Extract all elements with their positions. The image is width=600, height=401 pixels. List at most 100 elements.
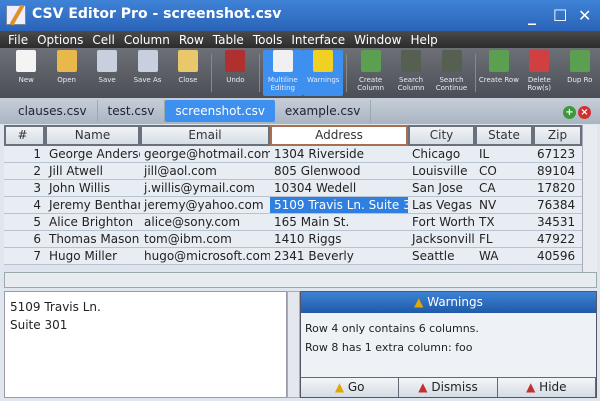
toolbar-button-close[interactable]: Close: [168, 50, 208, 96]
table-row[interactable]: 1George Andersongeorge@hotmail.com1304 R…: [4, 146, 582, 163]
menu-window[interactable]: Window: [354, 33, 401, 47]
warning-message[interactable]: Row 4 only contains 6 columns.: [305, 319, 592, 338]
tab-screenshot[interactable]: screenshot.csv: [165, 100, 275, 122]
menu-table[interactable]: Table: [213, 33, 244, 47]
close-button[interactable]: ✕: [578, 6, 591, 25]
cell-city[interactable]: Seattle: [408, 248, 475, 264]
menu-cell[interactable]: Cell: [92, 33, 114, 47]
column-header-index[interactable]: #: [4, 125, 45, 146]
cell-email[interactable]: alice@sony.com: [140, 214, 270, 230]
toolbar-button-undo[interactable]: Undo: [215, 50, 255, 96]
cell-city[interactable]: San Jose: [408, 180, 475, 196]
cell-name[interactable]: John Willis: [45, 180, 140, 196]
column-header-email[interactable]: Email: [140, 125, 270, 146]
toolbar-button-new[interactable]: New: [6, 50, 46, 96]
cell-zip[interactable]: 47922: [533, 231, 582, 247]
cell-name[interactable]: Alice Brighton: [45, 214, 140, 230]
cell-index[interactable]: 7: [4, 248, 45, 264]
multiline-editor[interactable]: 5109 Travis Ln. Suite 301: [4, 291, 287, 398]
cell-index[interactable]: 4: [4, 197, 45, 213]
cell-index[interactable]: 5: [4, 214, 45, 230]
cell-address[interactable]: 1410 Riggs: [270, 231, 408, 247]
horizontal-scrollbar[interactable]: [4, 272, 597, 288]
cell-email[interactable]: george@hotmail.com: [140, 146, 270, 162]
menu-column[interactable]: Column: [124, 33, 170, 47]
table-row[interactable]: 5 Alice Brighton alice@sony.com 165 Main St…: [4, 214, 582, 231]
cell-index[interactable]: 3: [4, 180, 45, 196]
toolbar-button-warnings[interactable]: Warnings: [303, 50, 344, 96]
cell-email[interactable]: tom@ibm.com: [140, 231, 270, 247]
cell-state[interactable]: CA: [475, 180, 533, 196]
toolbar-button-multiline-editing[interactable]: Multiline Editing: [262, 50, 303, 96]
cell-city[interactable]: Jacksonville: [408, 231, 475, 247]
column-header-address[interactable]: Address: [270, 125, 408, 146]
cell-index[interactable]: 6: [4, 231, 45, 247]
cell-email[interactable]: j.willis@ymail.com: [140, 180, 270, 196]
cell-address[interactable]: 1304 Riverside: [270, 146, 408, 162]
table-row[interactable]: 7 Hugo Miller hugo@microsoft.com 2341 Bever…: [4, 248, 582, 265]
toolbar-button-search-column[interactable]: Search Column: [391, 50, 431, 96]
menu-row[interactable]: Row: [179, 33, 204, 47]
tab-clauses[interactable]: clauses.csv: [8, 100, 98, 122]
cell-state[interactable]: TX: [475, 214, 533, 230]
data-grid[interactable]: # Name Email Address City State Zip 1 George And…: [4, 125, 582, 272]
minimize-button[interactable]: _: [528, 6, 536, 25]
cell-email[interactable]: jill@aol.com: [140, 163, 270, 179]
cell-address[interactable]: 5109 Travis Ln. Suite 301: [270, 197, 408, 213]
column-header-city[interactable]: City: [408, 125, 475, 146]
tab-test[interactable]: test.csv: [98, 100, 166, 122]
maximize-button[interactable]: ☐: [553, 6, 567, 25]
cell-index[interactable]: 2: [4, 163, 45, 179]
cell-zip[interactable]: 40596: [533, 248, 582, 264]
cell-state[interactable]: CO: [475, 163, 533, 179]
cell-email[interactable]: jeremy@yahoo.com: [140, 197, 270, 213]
dismiss-button[interactable]: ▲ Dismiss: [399, 378, 498, 397]
cell-city[interactable]: Fort Worth: [408, 214, 475, 230]
cell-zip[interactable]: 67123: [533, 146, 582, 162]
table-row[interactable]: 2 Jill Atwell jill@aol.com 805 Glenwood Loui…: [4, 163, 582, 180]
close-tab-icon[interactable]: ×: [578, 106, 591, 119]
cell-name[interactable]: Jeremy Bentham: [45, 197, 140, 213]
cell-state[interactable]: NV: [475, 197, 533, 213]
column-header-name[interactable]: Name: [45, 125, 140, 146]
toolbar-button-create-row[interactable]: Create Row: [479, 50, 519, 96]
table-row[interactable]: 4 Jeremy Bentham jeremy@yahoo.com 5109 Trav…: [4, 197, 582, 214]
cell-name[interactable]: Hugo Miller: [45, 248, 140, 264]
table-row[interactable]: 3 John Willis j.willis@ymail.com 10304 Wede…: [4, 180, 582, 197]
hide-button[interactable]: ▲ Hide: [497, 378, 596, 397]
cell-city[interactable]: Chicago: [408, 146, 475, 162]
cell-address[interactable]: 2341 Beverly: [270, 248, 408, 264]
column-header-state[interactable]: State: [475, 125, 533, 146]
cell-zip[interactable]: 76384: [533, 197, 582, 213]
table-row[interactable]: 6 Thomas Mason tom@ibm.com 1410 Riggs Jackso…: [4, 231, 582, 248]
cell-name[interactable]: Jill Atwell: [45, 163, 140, 179]
cell-state[interactable]: WA: [475, 248, 533, 264]
cell-state[interactable]: IL: [475, 146, 533, 162]
editor-scrollbar[interactable]: [287, 291, 300, 398]
menu-tools[interactable]: Tools: [253, 33, 283, 47]
toolbar-button-dup-ro[interactable]: Dup Ro: [560, 50, 600, 96]
menu-interface[interactable]: Interface: [291, 33, 345, 47]
cell-city[interactable]: Las Vegas: [408, 197, 475, 213]
toolbar-button-delete-row-s-[interactable]: Delete Row(s): [519, 50, 559, 96]
cell-name[interactable]: Thomas Mason: [45, 231, 140, 247]
menu-options[interactable]: Options: [37, 33, 83, 47]
go-button[interactable]: ▲ Go: [301, 378, 400, 397]
toolbar-button-open[interactable]: Open: [46, 50, 86, 96]
vertical-scrollbar[interactable]: [582, 125, 597, 272]
cell-index[interactable]: 1: [4, 146, 45, 162]
cell-address[interactable]: 805 Glenwood: [270, 163, 408, 179]
cell-zip[interactable]: 34531: [533, 214, 582, 230]
cell-zip[interactable]: 17820: [533, 180, 582, 196]
menu-file[interactable]: File: [8, 33, 28, 47]
cell-address[interactable]: 10304 Wedell: [270, 180, 408, 196]
add-tab-icon[interactable]: +: [563, 106, 576, 119]
warning-message[interactable]: Row 8 has 1 extra column: foo: [305, 338, 592, 357]
toolbar-button-create-column[interactable]: Create Column: [350, 50, 390, 96]
toolbar-button-save-as[interactable]: Save As: [127, 50, 167, 96]
cell-state[interactable]: FL: [475, 231, 533, 247]
column-header-zip[interactable]: Zip: [533, 125, 582, 146]
cell-email[interactable]: hugo@microsoft.com: [140, 248, 270, 264]
toolbar-button-save[interactable]: Save: [87, 50, 127, 96]
menu-help[interactable]: Help: [410, 33, 437, 47]
